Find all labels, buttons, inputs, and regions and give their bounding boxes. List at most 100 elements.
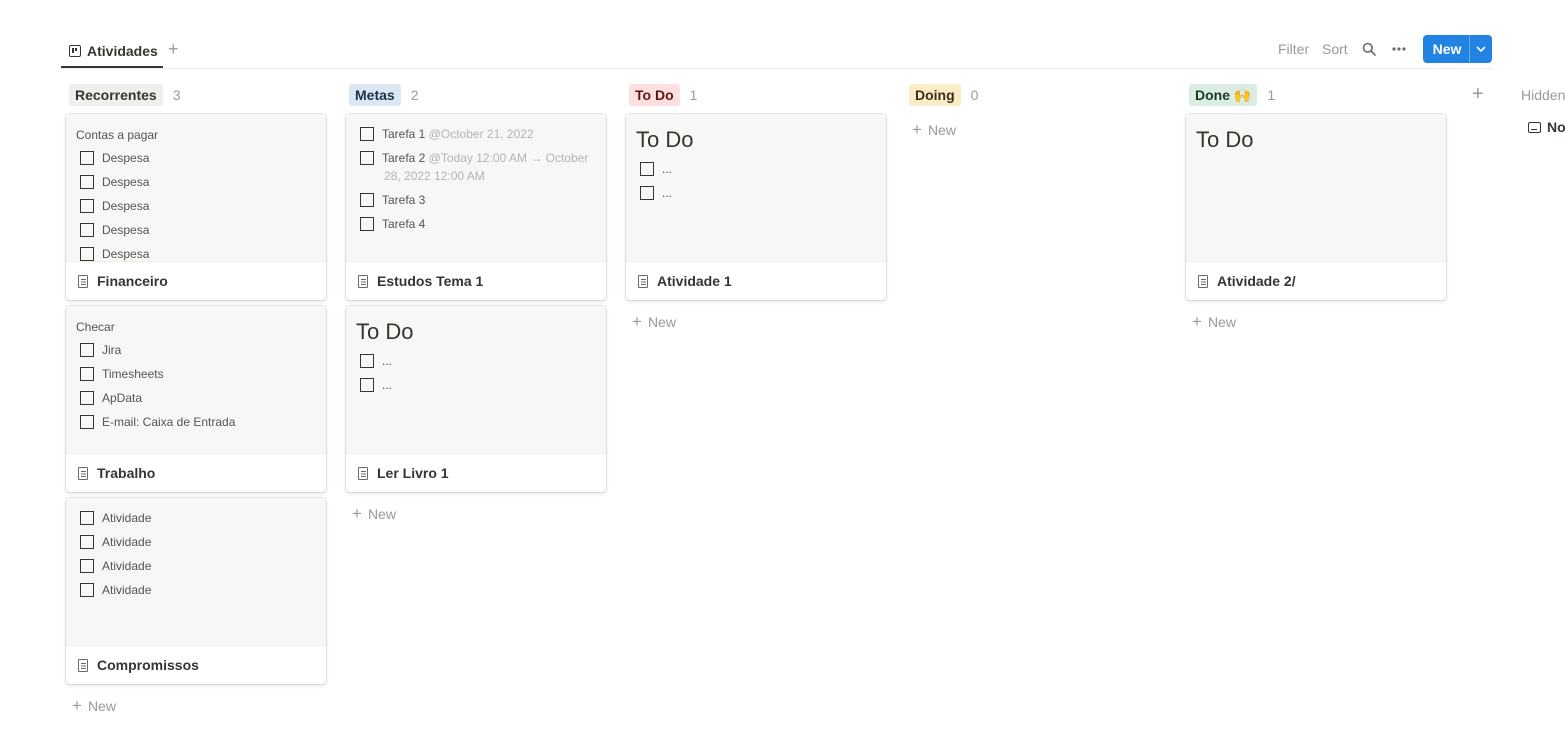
todo-item: ... bbox=[360, 352, 392, 370]
card-preview: Tarefa 1 @October 21, 2022 Tarefa 2 @Tod… bbox=[346, 114, 606, 262]
checkbox bbox=[80, 223, 94, 237]
add-card-button-doing[interactable]: + New bbox=[912, 121, 956, 138]
view-tab-label: Atividades bbox=[87, 43, 158, 59]
card-preview: Atividade Atividade Atividade Atividade bbox=[66, 498, 326, 646]
checkbox bbox=[360, 127, 374, 141]
card-preview: To Do ... ... bbox=[346, 306, 606, 454]
view-tab-atividades[interactable]: Atividades bbox=[61, 36, 163, 68]
todo-item: Tarefa 1 @October 21, 2022 bbox=[360, 125, 534, 143]
checkbox bbox=[360, 354, 374, 368]
more-options-icon[interactable] bbox=[1392, 47, 1406, 51]
todo-item: Atividade bbox=[80, 509, 151, 527]
page-icon bbox=[358, 274, 368, 288]
checkbox bbox=[360, 217, 374, 231]
add-card-button-todo[interactable]: + New bbox=[632, 313, 676, 330]
search-icon[interactable] bbox=[1362, 42, 1376, 56]
add-group-button[interactable]: + bbox=[1472, 84, 1484, 104]
card-ler-livro-1[interactable]: To Do ... ... Ler Livro 1 bbox=[346, 306, 606, 492]
card-footer: Compromissos bbox=[66, 646, 326, 684]
todo-item: Atividade bbox=[80, 533, 151, 551]
group-count: 1 bbox=[1267, 87, 1276, 103]
add-card-button-recorrentes[interactable]: + New bbox=[72, 697, 116, 714]
card-financeiro[interactable]: Contas a pagar Despesa Despesa Despesa D… bbox=[66, 114, 326, 300]
card-footer: Estudos Tema 1 bbox=[346, 262, 606, 300]
column-header-todo[interactable]: To Do 1 bbox=[629, 84, 697, 106]
inbox-icon bbox=[1528, 121, 1541, 133]
page-icon bbox=[78, 658, 88, 672]
sort-button[interactable]: Sort bbox=[1322, 41, 1348, 57]
card-title: Atividade 2/ bbox=[1217, 273, 1296, 289]
card-atividade-2[interactable]: To Do Atividade 2/ bbox=[1186, 114, 1446, 300]
card-footer: Atividade 2/ bbox=[1186, 262, 1446, 300]
hidden-group-no-value[interactable]: No bbox=[1528, 119, 1565, 135]
card-footer: Atividade 1 bbox=[626, 262, 886, 300]
group-pill: To Do bbox=[629, 84, 680, 106]
group-count: 2 bbox=[410, 87, 419, 103]
todo-item: E-mail: Caixa de Entrada bbox=[80, 413, 235, 431]
hidden-group-label: No bbox=[1547, 119, 1565, 135]
hidden-groups-label: Hidden bbox=[1521, 87, 1565, 103]
column-header-recorrentes[interactable]: Recorrentes 3 bbox=[69, 84, 181, 106]
todo-item: Despesa bbox=[80, 221, 149, 239]
todo-item: Timesheets bbox=[80, 365, 164, 383]
card-footer: Trabalho bbox=[66, 454, 326, 492]
todo-item: Atividade bbox=[80, 557, 151, 575]
checkbox bbox=[80, 151, 94, 165]
chevron-down-icon[interactable] bbox=[1470, 44, 1492, 55]
card-footer: Financeiro bbox=[66, 262, 326, 300]
preview-heading: Checar bbox=[76, 320, 115, 334]
todo-item: ... bbox=[640, 184, 672, 202]
board-view-icon bbox=[69, 45, 81, 57]
checkbox bbox=[80, 175, 94, 189]
card-title: Estudos Tema 1 bbox=[377, 273, 484, 289]
checkbox bbox=[80, 583, 94, 597]
add-card-button-metas[interactable]: + New bbox=[352, 505, 396, 522]
card-title: Trabalho bbox=[97, 465, 156, 481]
checkbox bbox=[360, 378, 374, 392]
card-footer: Ler Livro 1 bbox=[346, 454, 606, 492]
card-compromissos[interactable]: Atividade Atividade Atividade Atividade … bbox=[66, 498, 326, 684]
filter-button[interactable]: Filter bbox=[1278, 41, 1309, 57]
header-divider bbox=[61, 68, 1492, 69]
checkbox bbox=[80, 343, 94, 357]
new-button-label[interactable]: New bbox=[1423, 41, 1469, 57]
todo-item: Despesa bbox=[80, 197, 149, 215]
group-count: 1 bbox=[689, 87, 698, 103]
preview-heading: To Do bbox=[1196, 127, 1254, 152]
column-header-metas[interactable]: Metas 2 bbox=[349, 84, 418, 106]
card-estudos-tema-1[interactable]: Tarefa 1 @October 21, 2022 Tarefa 2 @Tod… bbox=[346, 114, 606, 300]
preview-heading: To Do bbox=[356, 319, 414, 344]
todo-date-continued: 28, 2022 12:00 AM bbox=[384, 169, 485, 183]
checkbox bbox=[80, 535, 94, 549]
add-view-button[interactable]: + bbox=[168, 40, 179, 58]
checkbox bbox=[640, 186, 654, 200]
add-card-button-done[interactable]: + New bbox=[1192, 313, 1236, 330]
card-trabalho[interactable]: Checar Jira Timesheets ApData E-mail: Ca… bbox=[66, 306, 326, 492]
group-count: 0 bbox=[970, 87, 979, 103]
card-atividade-1[interactable]: To Do ... ... Atividade 1 bbox=[626, 114, 886, 300]
group-pill: Done 🙌 bbox=[1189, 84, 1258, 106]
new-button[interactable]: New bbox=[1423, 35, 1492, 63]
group-pill: Doing bbox=[909, 84, 961, 106]
todo-item: ... bbox=[360, 376, 392, 394]
group-pill: Metas bbox=[349, 84, 401, 106]
checkbox bbox=[360, 151, 374, 165]
todo-item: Despesa bbox=[80, 245, 149, 261]
column-header-done[interactable]: Done 🙌 1 bbox=[1189, 84, 1275, 106]
page-icon bbox=[78, 466, 88, 480]
card-title: Financeiro bbox=[97, 273, 168, 289]
checkbox bbox=[80, 367, 94, 381]
card-preview: Checar Jira Timesheets ApData E-mail: Ca… bbox=[66, 306, 326, 454]
card-preview: Contas a pagar Despesa Despesa Despesa D… bbox=[66, 114, 326, 262]
card-title: Atividade 1 bbox=[657, 273, 732, 289]
page-icon bbox=[1198, 274, 1208, 288]
todo-item: Despesa bbox=[80, 173, 149, 191]
page-icon bbox=[358, 466, 368, 480]
card-preview: To Do ... ... bbox=[626, 114, 886, 262]
todo-item: ApData bbox=[80, 389, 142, 407]
column-header-doing[interactable]: Doing 0 bbox=[909, 84, 978, 106]
checkbox bbox=[80, 247, 94, 261]
checkbox bbox=[80, 511, 94, 525]
todo-item: Despesa bbox=[80, 149, 149, 167]
checkbox bbox=[360, 193, 374, 207]
